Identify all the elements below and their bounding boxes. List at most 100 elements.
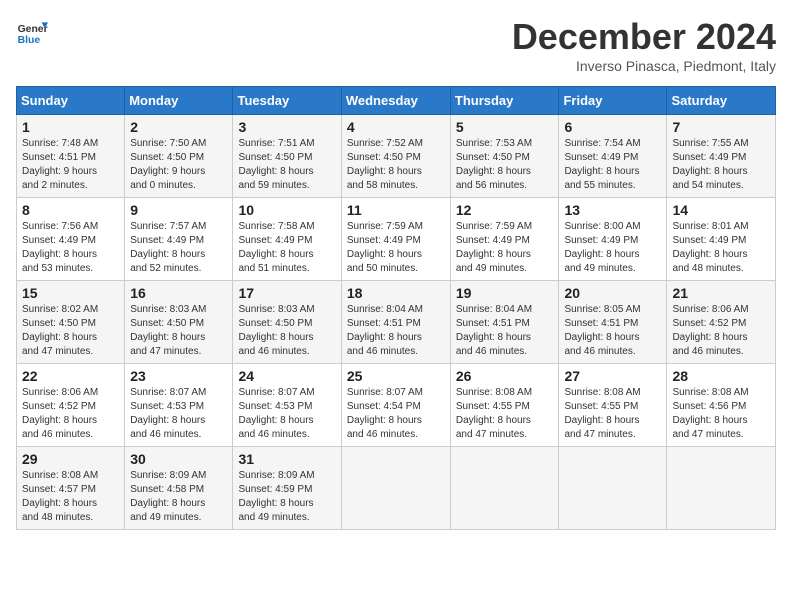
col-saturday: Saturday [667, 87, 776, 115]
table-row: 25 Sunrise: 8:07 AM Sunset: 4:54 PM Dayli… [341, 364, 450, 447]
table-row: 3 Sunrise: 7:51 AM Sunset: 4:50 PM Daylig… [233, 115, 341, 198]
table-row: 9Sunrise: 7:57 AM Sunset: 4:49 PM Daylig… [125, 198, 233, 281]
day-number: 11 [347, 202, 445, 218]
day-number: 30 [130, 451, 227, 467]
table-row: 15 Sunrise: 8:02 AM Sunset: 4:50 PM Dayli… [17, 281, 125, 364]
day-detail: Sunrise: 8:07 AM Sunset: 4:53 PM Dayligh… [238, 386, 335, 442]
table-row: 20 Sunrise: 8:05 AM Sunset: 4:51 PM Dayli… [559, 281, 667, 364]
day-number: 8 [22, 202, 119, 218]
day-detail: Sunrise: 8:01 AM Sunset: 4:49 PM Dayligh… [672, 220, 770, 276]
day-number: 5 [456, 119, 554, 135]
day-number: 10 [238, 202, 335, 218]
day-detail: Sunrise: 7:55 AM Sunset: 4:49 PM Dayligh… [672, 137, 770, 193]
day-detail: Sunrise: 8:02 AM Sunset: 4:50 PM Dayligh… [22, 303, 119, 359]
day-number: 2 [130, 119, 227, 135]
table-row: 11 Sunrise: 7:59 AM Sunset: 4:49 PM Dayli… [341, 198, 450, 281]
day-number: 17 [238, 285, 335, 301]
day-detail: Sunrise: 8:04 AM Sunset: 4:51 PM Dayligh… [347, 303, 445, 359]
day-number: 1 [22, 119, 119, 135]
svg-text:Blue: Blue [18, 35, 41, 46]
calendar-row: 29 Sunrise: 8:08 AM Sunset: 4:57 PM Dayli… [17, 447, 776, 530]
col-tuesday: Tuesday [233, 87, 341, 115]
day-number: 31 [238, 451, 335, 467]
day-detail: Sunrise: 8:07 AM Sunset: 4:54 PM Dayligh… [347, 386, 445, 442]
table-row: 7Sunrise: 7:55 AM Sunset: 4:49 PM Daylig… [667, 115, 776, 198]
day-detail: Sunrise: 7:56 AM Sunset: 4:49 PM Dayligh… [22, 220, 119, 276]
day-number: 6 [564, 119, 661, 135]
table-row [667, 447, 776, 530]
table-row: 22Sunrise: 8:06 AM Sunset: 4:52 PM Dayli… [17, 364, 125, 447]
day-number: 23 [130, 368, 227, 384]
day-number: 16 [130, 285, 227, 301]
table-row: 6Sunrise: 7:54 AM Sunset: 4:49 PM Daylig… [559, 115, 667, 198]
table-row: 8 Sunrise: 7:56 AM Sunset: 4:49 PM Daylig… [17, 198, 125, 281]
day-number: 19 [456, 285, 554, 301]
table-row: 18 Sunrise: 8:04 AM Sunset: 4:51 PM Dayli… [341, 281, 450, 364]
day-detail: Sunrise: 8:03 AM Sunset: 4:50 PM Dayligh… [130, 303, 227, 359]
calendar-row: 15 Sunrise: 8:02 AM Sunset: 4:50 PM Dayli… [17, 281, 776, 364]
day-number: 3 [238, 119, 335, 135]
table-row: 24 Sunrise: 8:07 AM Sunset: 4:53 PM Dayli… [233, 364, 341, 447]
table-row: 23Sunrise: 8:07 AM Sunset: 4:53 PM Dayli… [125, 364, 233, 447]
logo-icon: General Blue [16, 16, 48, 48]
table-row: 28 Sunrise: 8:08 AM Sunset: 4:56 PM Dayli… [667, 364, 776, 447]
table-row: 5 Sunrise: 7:53 AM Sunset: 4:50 PM Daylig… [450, 115, 559, 198]
table-row [559, 447, 667, 530]
day-number: 20 [564, 285, 661, 301]
page-header: General Blue December 2024 Inverso Pinas… [16, 16, 776, 74]
table-row: 1 Sunrise: 7:48 AM Sunset: 4:51 PM Daylig… [17, 115, 125, 198]
day-detail: Sunrise: 8:09 AM Sunset: 4:59 PM Dayligh… [238, 469, 335, 525]
day-number: 4 [347, 119, 445, 135]
col-sunday: Sunday [17, 87, 125, 115]
col-monday: Monday [125, 87, 233, 115]
day-detail: Sunrise: 8:06 AM Sunset: 4:52 PM Dayligh… [22, 386, 119, 442]
day-detail: Sunrise: 8:09 AM Sunset: 4:58 PM Dayligh… [130, 469, 227, 525]
day-detail: Sunrise: 8:08 AM Sunset: 4:55 PM Dayligh… [456, 386, 554, 442]
day-detail: Sunrise: 7:51 AM Sunset: 4:50 PM Dayligh… [238, 137, 335, 193]
day-number: 25 [347, 368, 445, 384]
day-number: 15 [22, 285, 119, 301]
header-row: Sunday Monday Tuesday Wednesday Thursday… [17, 87, 776, 115]
table-row: 21Sunrise: 8:06 AM Sunset: 4:52 PM Dayli… [667, 281, 776, 364]
table-row: 4 Sunrise: 7:52 AM Sunset: 4:50 PM Daylig… [341, 115, 450, 198]
day-detail: Sunrise: 8:00 AM Sunset: 4:49 PM Dayligh… [564, 220, 661, 276]
day-detail: Sunrise: 7:52 AM Sunset: 4:50 PM Dayligh… [347, 137, 445, 193]
table-row: 2 Sunrise: 7:50 AM Sunset: 4:50 PM Daylig… [125, 115, 233, 198]
day-number: 24 [238, 368, 335, 384]
table-row: 31 Sunrise: 8:09 AM Sunset: 4:59 PM Dayli… [233, 447, 341, 530]
day-detail: Sunrise: 8:06 AM Sunset: 4:52 PM Dayligh… [672, 303, 770, 359]
col-thursday: Thursday [450, 87, 559, 115]
day-detail: Sunrise: 7:57 AM Sunset: 4:49 PM Dayligh… [130, 220, 227, 276]
day-number: 13 [564, 202, 661, 218]
calendar-subtitle: Inverso Pinasca, Piedmont, Italy [512, 58, 776, 74]
table-row: 12Sunrise: 7:59 AM Sunset: 4:49 PM Dayli… [450, 198, 559, 281]
day-detail: Sunrise: 7:59 AM Sunset: 4:49 PM Dayligh… [347, 220, 445, 276]
day-detail: Sunrise: 8:08 AM Sunset: 4:56 PM Dayligh… [672, 386, 770, 442]
day-number: 28 [672, 368, 770, 384]
calendar-row: 1 Sunrise: 7:48 AM Sunset: 4:51 PM Daylig… [17, 115, 776, 198]
calendar-title: December 2024 [512, 16, 776, 58]
table-row [341, 447, 450, 530]
title-section: December 2024 Inverso Pinasca, Piedmont,… [512, 16, 776, 74]
day-detail: Sunrise: 8:08 AM Sunset: 4:57 PM Dayligh… [22, 469, 119, 525]
table-row: 16 Sunrise: 8:03 AM Sunset: 4:50 PM Dayli… [125, 281, 233, 364]
table-row: 30 Sunrise: 8:09 AM Sunset: 4:58 PM Dayli… [125, 447, 233, 530]
day-number: 29 [22, 451, 119, 467]
col-wednesday: Wednesday [341, 87, 450, 115]
table-row: 17Sunrise: 8:03 AM Sunset: 4:50 PM Dayli… [233, 281, 341, 364]
col-friday: Friday [559, 87, 667, 115]
logo: General Blue [16, 16, 48, 48]
calendar-row: 8 Sunrise: 7:56 AM Sunset: 4:49 PM Daylig… [17, 198, 776, 281]
table-row: 19Sunrise: 8:04 AM Sunset: 4:51 PM Dayli… [450, 281, 559, 364]
day-detail: Sunrise: 7:48 AM Sunset: 4:51 PM Dayligh… [22, 137, 119, 193]
day-number: 26 [456, 368, 554, 384]
table-row: 27Sunrise: 8:08 AM Sunset: 4:55 PM Dayli… [559, 364, 667, 447]
table-row [450, 447, 559, 530]
calendar-row: 22Sunrise: 8:06 AM Sunset: 4:52 PM Dayli… [17, 364, 776, 447]
table-row: 26 Sunrise: 8:08 AM Sunset: 4:55 PM Dayli… [450, 364, 559, 447]
day-detail: Sunrise: 8:05 AM Sunset: 4:51 PM Dayligh… [564, 303, 661, 359]
day-detail: Sunrise: 7:50 AM Sunset: 4:50 PM Dayligh… [130, 137, 227, 193]
table-row: 14Sunrise: 8:01 AM Sunset: 4:49 PM Dayli… [667, 198, 776, 281]
day-number: 18 [347, 285, 445, 301]
day-detail: Sunrise: 7:53 AM Sunset: 4:50 PM Dayligh… [456, 137, 554, 193]
